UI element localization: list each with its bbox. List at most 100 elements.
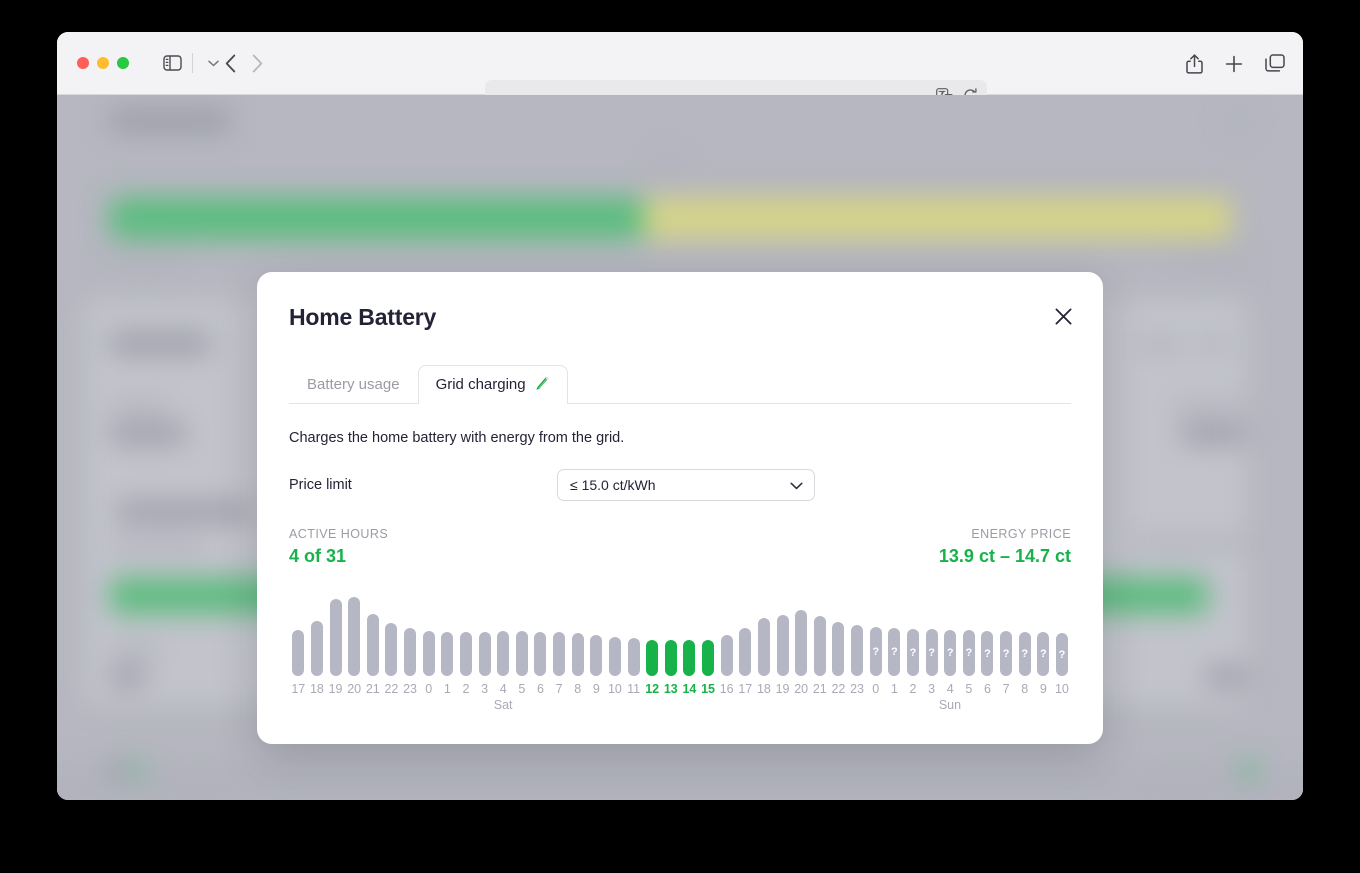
chart-x-tick-label: 1 [890,682,898,696]
chart-bar-column[interactable] [736,586,755,676]
tab-overview-icon[interactable] [1265,54,1285,73]
chart-bar-column[interactable]: ? [960,586,979,676]
chart-bar [813,616,826,676]
chart-bar-column[interactable]: ? [1015,586,1034,676]
unknown-price-marker: ? [965,647,973,659]
chart-bar-column[interactable]: ? [978,586,997,676]
chart-day-labels: Sat Sun [289,698,1071,716]
chart-bar-column[interactable] [699,586,718,676]
back-chevron-icon[interactable] [225,54,236,73]
tab-grid-charging[interactable]: Grid charging [417,365,568,404]
chart-bar [832,622,845,676]
chart-bar-column[interactable] [326,586,345,676]
close-window-button[interactable] [77,57,89,69]
chart-bar-column[interactable] [513,586,532,676]
chart-bar-column[interactable]: ? [866,586,885,676]
chart-bar-column[interactable] [587,586,606,676]
home-battery-modal: Home Battery Battery usage Grid charging [257,272,1103,744]
chart-x-tick-label: 5 [965,682,973,696]
chart-bar-column[interactable] [457,586,476,676]
chart-x-tick-label: 12 [645,682,660,696]
chart-bar-column[interactable] [550,586,569,676]
chart-bar-column[interactable] [643,586,662,676]
chart-x-tick-label: 14 [682,682,697,696]
chart-bar-column[interactable]: ? [997,586,1016,676]
chart-bar-column[interactable]: ? [904,586,923,676]
chart-bar-column[interactable] [568,586,587,676]
chart-bar: ? [869,627,882,676]
chart-bar-column[interactable] [773,586,792,676]
chart-bar [422,631,435,676]
page-content-blurred: Home Battery Battery usage Grid charging [57,95,1303,800]
chart-x-tick-label: 3 [481,682,489,696]
chart-bar-column[interactable] [829,586,848,676]
unknown-price-marker: ? [909,646,917,659]
chart-bar-column[interactable]: ? [941,586,960,676]
chevron-down-icon[interactable] [208,60,219,67]
chart-bar: ? [925,629,938,676]
chart-bar-column[interactable] [494,586,513,676]
chart-bar [534,632,547,676]
chart-x-tick-label: 0 [425,682,433,696]
chart-bar-column[interactable] [811,586,830,676]
chart-x-tick-label: 21 [812,682,827,696]
zoom-window-button[interactable] [117,57,129,69]
chart-bar-column[interactable]: ? [1034,586,1053,676]
chart-bar [385,623,398,676]
chart-bar-column[interactable] [531,586,550,676]
chart-x-tick-label: 11 [627,682,641,696]
chart-x-tick-label: 20 [794,682,809,696]
chart-x-tick-label: 9 [1039,682,1047,696]
stat-active-hours: ACTIVE HOURS 4 of 31 [289,527,388,567]
chart-bar-column[interactable] [289,586,308,676]
price-limit-select[interactable]: ≤ 15.0 ct/kWh [557,469,815,501]
chart-bar-column[interactable] [848,586,867,676]
chart-x-tick-label: 6 [536,682,544,696]
chart-bar: ? [888,628,901,676]
chart-x-tick-label: 20 [347,682,362,696]
chart-bars: ??????????? [289,586,1071,676]
tab-battery-usage[interactable]: Battery usage [289,365,418,404]
chart-x-tick-label: 8 [1021,682,1029,696]
chart-bar-column[interactable]: ? [922,586,941,676]
chart-bar-column[interactable]: ? [885,586,904,676]
chart-bar-column[interactable] [717,586,736,676]
energy-price-label: ENERGY PRICE [971,527,1071,541]
chart-bar-column[interactable] [755,586,774,676]
chart-bar-column[interactable] [624,586,643,676]
chart-bar-column[interactable] [662,586,681,676]
chart-x-tick-label: 15 [701,682,716,696]
chart-x-tick-label: 10 [607,682,622,696]
lightning-bolt-icon [535,376,550,393]
chart-bar [571,633,584,676]
chart-bar-column[interactable] [382,586,401,676]
chart-bar-column[interactable] [475,586,494,676]
share-icon[interactable] [1186,53,1203,74]
chart-x-tick-label: 6 [983,682,991,696]
chart-bar-column[interactable] [438,586,457,676]
sidebar-icon[interactable] [163,55,182,71]
chart-bar-column[interactable] [680,586,699,676]
chevron-down-icon [790,477,803,493]
chart-bar-column[interactable] [345,586,364,676]
toolbar-divider [192,53,193,73]
chart-x-tick-label: 8 [574,682,582,696]
chart-bar-column[interactable] [308,586,327,676]
chart-bar-column[interactable] [606,586,625,676]
close-icon[interactable] [1049,302,1077,330]
chart-bar-column[interactable] [364,586,383,676]
modal-tabs: Battery usage Grid charging [289,364,1071,404]
chart-bar-column[interactable] [792,586,811,676]
minimize-window-button[interactable] [97,57,109,69]
forward-chevron-icon[interactable] [252,54,263,73]
chart-bar-column[interactable]: ? [1053,586,1072,676]
chart-bar-column[interactable] [401,586,420,676]
chart-x-tick-label: 13 [663,682,678,696]
chart-bar: ? [944,630,957,676]
plus-icon[interactable] [1225,55,1243,73]
chart-bar-column[interactable] [419,586,438,676]
desktop-backdrop: Home Battery Battery usage Grid charging [0,0,1360,873]
chart-x-tick-label: 9 [592,682,600,696]
page-title: Home Battery [289,304,437,330]
safari-window: Home Battery Battery usage Grid charging [57,32,1303,800]
